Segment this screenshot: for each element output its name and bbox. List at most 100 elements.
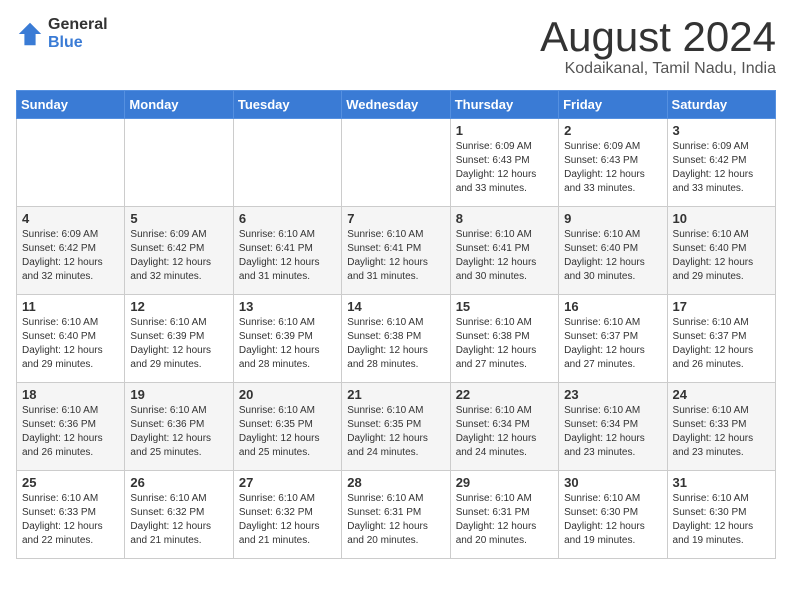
day-info: Sunrise: 6:10 AMSunset: 6:35 PMDaylight:… — [239, 404, 336, 460]
day-info: Sunrise: 6:10 AMSunset: 6:31 PMDaylight:… — [456, 492, 553, 548]
title-section: August 2024 Kodaikanal, Tamil Nadu, Indi… — [540, 16, 776, 78]
day-header-friday: Friday — [559, 91, 667, 119]
calendar-day-cell: 13 Sunrise: 6:10 AMSunset: 6:39 PMDayligh… — [233, 295, 341, 383]
calendar-day-cell: 22Sunrise: 6:10 AMSunset: 6:34 PMDayligh… — [450, 383, 558, 471]
calendar-week-row: 1 Sunrise: 6:09 AMSunset: 6:43 PMDaylight… — [17, 119, 776, 207]
calendar-day-cell: 28 Sunrise: 6:10 AMSunset: 6:31 PMDayligh… — [342, 471, 450, 559]
calendar-day-cell: 16 Sunrise: 6:10 AMSunset: 6:37 PMDayligh… — [559, 295, 667, 383]
day-number: 1 — [456, 123, 553, 138]
calendar-day-cell: 17Sunrise: 6:10 AMSunset: 6:37 PMDayligh… — [667, 295, 775, 383]
day-info: Sunrise: 6:10 AMSunset: 6:41 PMDaylight:… — [239, 228, 336, 284]
day-number: 18 — [22, 387, 119, 402]
calendar-week-row: 25 Sunrise: 6:10 AMSunset: 6:33 PMDayligh… — [17, 471, 776, 559]
calendar-day-cell: 5 Sunrise: 6:09 AMSunset: 6:42 PMDaylight… — [125, 207, 233, 295]
day-number: 7 — [347, 211, 444, 226]
day-info: Sunrise: 6:10 AMSunset: 6:41 PMDaylight:… — [456, 228, 553, 284]
calendar-day-cell: 15Sunrise: 6:10 AMSunset: 6:38 PMDayligh… — [450, 295, 558, 383]
day-info: Sunrise: 6:10 AMSunset: 6:32 PMDaylight:… — [130, 492, 227, 548]
calendar-week-row: 11 Sunrise: 6:10 AMSunset: 6:40 PMDayligh… — [17, 295, 776, 383]
day-number: 11 — [22, 299, 119, 314]
calendar-day-cell: 2Sunrise: 6:09 AMSunset: 6:43 PMDaylight… — [559, 119, 667, 207]
calendar-day-cell: 3Sunrise: 6:09 AMSunset: 6:42 PMDaylight… — [667, 119, 775, 207]
day-info: Sunrise: 6:10 AMSunset: 6:32 PMDaylight:… — [239, 492, 336, 548]
day-number: 19 — [130, 387, 227, 402]
calendar-day-cell — [342, 119, 450, 207]
day-number: 12 — [130, 299, 227, 314]
calendar-day-cell: 6 Sunrise: 6:10 AMSunset: 6:41 PMDaylight… — [233, 207, 341, 295]
logo-general-text: General — [48, 16, 108, 34]
calendar-header-row: SundayMondayTuesdayWednesdayThursdayFrid… — [17, 91, 776, 119]
day-info: Sunrise: 6:10 AMSunset: 6:40 PMDaylight:… — [673, 228, 770, 284]
header: General Blue August 2024 Kodaikanal, Tam… — [16, 16, 776, 78]
day-number: 10 — [673, 211, 770, 226]
day-number: 23 — [564, 387, 661, 402]
month-title: August 2024 — [540, 16, 776, 58]
calendar-day-cell: 18Sunrise: 6:10 AMSunset: 6:36 PMDayligh… — [17, 383, 125, 471]
day-number: 27 — [239, 475, 336, 490]
day-info: Sunrise: 6:10 AMSunset: 6:31 PMDaylight:… — [347, 492, 444, 548]
day-info: Sunrise: 6:09 AMSunset: 6:43 PMDaylight:… — [456, 140, 553, 196]
calendar-day-cell — [125, 119, 233, 207]
day-info: Sunrise: 6:10 AMSunset: 6:38 PMDaylight:… — [347, 316, 444, 372]
calendar-day-cell — [17, 119, 125, 207]
day-info: Sunrise: 6:10 AMSunset: 6:40 PMDaylight:… — [564, 228, 661, 284]
day-header-saturday: Saturday — [667, 91, 775, 119]
day-number: 4 — [22, 211, 119, 226]
day-info: Sunrise: 6:10 AMSunset: 6:34 PMDaylight:… — [564, 404, 661, 460]
day-info: Sunrise: 6:10 AMSunset: 6:39 PMDaylight:… — [239, 316, 336, 372]
day-number: 20 — [239, 387, 336, 402]
calendar-day-cell: 23 Sunrise: 6:10 AMSunset: 6:34 PMDayligh… — [559, 383, 667, 471]
day-number: 8 — [456, 211, 553, 226]
calendar-day-cell: 8 Sunrise: 6:10 AMSunset: 6:41 PMDaylight… — [450, 207, 558, 295]
calendar-day-cell: 7 Sunrise: 6:10 AMSunset: 6:41 PMDaylight… — [342, 207, 450, 295]
day-number: 30 — [564, 475, 661, 490]
day-info: Sunrise: 6:10 AMSunset: 6:30 PMDaylight:… — [673, 492, 770, 548]
day-number: 29 — [456, 475, 553, 490]
day-number: 6 — [239, 211, 336, 226]
day-info: Sunrise: 6:10 AMSunset: 6:40 PMDaylight:… — [22, 316, 119, 372]
calendar-day-cell — [233, 119, 341, 207]
day-header-wednesday: Wednesday — [342, 91, 450, 119]
calendar-day-cell: 1 Sunrise: 6:09 AMSunset: 6:43 PMDaylight… — [450, 119, 558, 207]
day-info: Sunrise: 6:10 AMSunset: 6:37 PMDaylight:… — [564, 316, 661, 372]
day-number: 21 — [347, 387, 444, 402]
day-number: 24 — [673, 387, 770, 402]
calendar-day-cell: 12 Sunrise: 6:10 AMSunset: 6:39 PMDayligh… — [125, 295, 233, 383]
location-title: Kodaikanal, Tamil Nadu, India — [540, 60, 776, 78]
day-info: Sunrise: 6:10 AMSunset: 6:41 PMDaylight:… — [347, 228, 444, 284]
calendar-day-cell: 20 Sunrise: 6:10 AMSunset: 6:35 PMDayligh… — [233, 383, 341, 471]
logo[interactable]: General Blue — [16, 16, 108, 51]
day-info: Sunrise: 6:10 AMSunset: 6:33 PMDaylight:… — [22, 492, 119, 548]
logo-text: General Blue — [48, 16, 108, 51]
day-number: 16 — [564, 299, 661, 314]
day-info: Sunrise: 6:10 AMSunset: 6:33 PMDaylight:… — [673, 404, 770, 460]
day-info: Sunrise: 6:10 AMSunset: 6:39 PMDaylight:… — [130, 316, 227, 372]
day-number: 3 — [673, 123, 770, 138]
logo-blue-text: Blue — [48, 34, 108, 52]
calendar-day-cell: 27 Sunrise: 6:10 AMSunset: 6:32 PMDayligh… — [233, 471, 341, 559]
calendar-day-cell: 24 Sunrise: 6:10 AMSunset: 6:33 PMDayligh… — [667, 383, 775, 471]
day-info: Sunrise: 6:09 AMSunset: 6:42 PMDaylight:… — [22, 228, 119, 284]
calendar-day-cell: 19Sunrise: 6:10 AMSunset: 6:36 PMDayligh… — [125, 383, 233, 471]
calendar-table: SundayMondayTuesdayWednesdayThursdayFrid… — [16, 90, 776, 559]
day-number: 2 — [564, 123, 661, 138]
day-number: 28 — [347, 475, 444, 490]
calendar-day-cell: 25 Sunrise: 6:10 AMSunset: 6:33 PMDayligh… — [17, 471, 125, 559]
day-number: 9 — [564, 211, 661, 226]
day-info: Sunrise: 6:09 AMSunset: 6:42 PMDaylight:… — [130, 228, 227, 284]
calendar-day-cell: 26 Sunrise: 6:10 AMSunset: 6:32 PMDayligh… — [125, 471, 233, 559]
day-number: 5 — [130, 211, 227, 226]
calendar-week-row: 18Sunrise: 6:10 AMSunset: 6:36 PMDayligh… — [17, 383, 776, 471]
day-header-tuesday: Tuesday — [233, 91, 341, 119]
logo-icon — [16, 20, 44, 48]
calendar-day-cell: 31Sunrise: 6:10 AMSunset: 6:30 PMDayligh… — [667, 471, 775, 559]
day-number: 26 — [130, 475, 227, 490]
day-number: 13 — [239, 299, 336, 314]
day-info: Sunrise: 6:10 AMSunset: 6:34 PMDaylight:… — [456, 404, 553, 460]
calendar-day-cell: 14Sunrise: 6:10 AMSunset: 6:38 PMDayligh… — [342, 295, 450, 383]
day-number: 25 — [22, 475, 119, 490]
day-info: Sunrise: 6:10 AMSunset: 6:37 PMDaylight:… — [673, 316, 770, 372]
day-info: Sunrise: 6:10 AMSunset: 6:38 PMDaylight:… — [456, 316, 553, 372]
day-header-thursday: Thursday — [450, 91, 558, 119]
calendar-day-cell: 11 Sunrise: 6:10 AMSunset: 6:40 PMDayligh… — [17, 295, 125, 383]
